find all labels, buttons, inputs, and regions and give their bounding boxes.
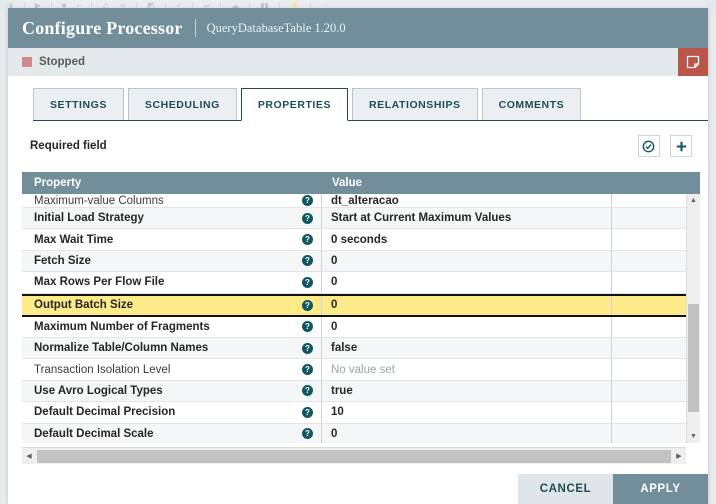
property-name-cell[interactable]: Maximum-value Columns? xyxy=(22,194,322,207)
column-header-property: Property xyxy=(34,177,82,189)
title-divider xyxy=(194,19,196,37)
property-name-cell[interactable]: Maximum Number of Fragments? xyxy=(22,316,322,337)
property-value-cell[interactable]: No value set xyxy=(322,359,612,380)
document-icon xyxy=(686,55,700,69)
help-icon[interactable]: ? xyxy=(302,234,313,246)
property-name: Maximum-value Columns xyxy=(34,194,164,207)
property-name: Fetch Size xyxy=(34,254,91,267)
table-row[interactable]: Use Avro Logical Types? true xyxy=(22,380,700,403)
table-row[interactable]: Fetch Size? 0 xyxy=(22,250,700,273)
tab-relationships[interactable]: RELATIONSHIPS xyxy=(352,88,478,121)
help-icon[interactable]: ? xyxy=(302,321,313,333)
help-icon[interactable]: ? xyxy=(302,428,313,440)
properties-actions xyxy=(631,135,692,157)
property-name-cell[interactable]: Default Decimal Scale? xyxy=(22,423,322,443)
property-value-cell[interactable]: dt_alteracao xyxy=(322,194,612,207)
tab-scheduling[interactable]: SCHEDULING xyxy=(127,88,237,121)
property-name: Max Wait Time xyxy=(34,233,114,246)
property-name-cell[interactable]: Fetch Size? xyxy=(22,250,322,272)
property-name-cell[interactable]: Use Avro Logical Types? xyxy=(22,380,322,402)
status-badge: Stopped xyxy=(39,56,85,68)
scroll-down-arrow-icon[interactable]: ▼ xyxy=(687,430,700,443)
table-row[interactable]: Max Wait Time? 0 seconds xyxy=(22,229,700,251)
page-title: Configure Processor xyxy=(22,17,183,38)
property-value-cell[interactable]: false xyxy=(322,337,612,359)
vertical-scrollbar[interactable]: ▲ ▼ xyxy=(686,194,700,443)
property-name-cell[interactable]: Initial Load Strategy? xyxy=(22,208,322,229)
property-name-cell[interactable]: Output Batch Size? xyxy=(22,295,322,315)
properties-toolbar: Required field xyxy=(30,130,692,162)
table-body[interactable]: Maximum-value Columns? dt_alteracao Initia… xyxy=(22,194,700,443)
property-name: Initial Load Strategy xyxy=(34,212,144,225)
required-field-label: Required field xyxy=(30,140,107,152)
tab-settings[interactable]: SETTINGS xyxy=(33,88,124,121)
table-row[interactable]: Default Decimal Scale? 0 xyxy=(22,423,700,443)
property-value-cell[interactable]: 0 xyxy=(322,272,612,293)
property-value-cell[interactable]: Start at Current Maximum Values xyxy=(322,208,612,229)
column-header-value: Value xyxy=(332,177,363,189)
property-name: Normalize Table/Column Names xyxy=(34,342,209,355)
property-value-cell[interactable]: 0 xyxy=(322,423,612,443)
tab-properties[interactable]: PROPERTIES xyxy=(240,88,349,121)
property-name: Transaction Isolation Level xyxy=(34,363,171,376)
stopped-status-icon xyxy=(22,57,32,67)
apply-button[interactable]: APPLY xyxy=(613,474,708,504)
property-name: Output Batch Size xyxy=(34,299,134,312)
horizontal-scrollbar[interactable]: ◀ ▶ xyxy=(22,447,686,464)
table-row[interactable]: Default Decimal Precision? 10 xyxy=(22,402,700,424)
status-bar: Stopped xyxy=(8,48,708,76)
dialog-header: Configure Processor QueryDatabaseTable 1… xyxy=(8,8,708,48)
property-name-cell[interactable]: Normalize Table/Column Names? xyxy=(22,337,322,359)
table-row[interactable]: Initial Load Strategy? Start at Current M… xyxy=(22,208,700,230)
configure-processor-dialog: Configure Processor QueryDatabaseTable 1… xyxy=(8,8,708,504)
table-row[interactable]: Normalize Table/Column Names? false xyxy=(22,337,700,360)
table-row[interactable]: Maximum-value Columns? dt_alteracao xyxy=(22,194,700,208)
add-property-button[interactable] xyxy=(670,135,692,157)
plus-icon xyxy=(676,141,686,151)
help-icon[interactable]: ? xyxy=(302,385,313,397)
property-value-cell[interactable]: true xyxy=(322,380,612,402)
property-name: Default Decimal Precision xyxy=(34,406,176,419)
property-value-cell[interactable]: 0 xyxy=(322,295,612,315)
help-icon[interactable]: ? xyxy=(302,342,313,354)
help-icon[interactable]: ? xyxy=(302,195,313,206)
verify-properties-button[interactable] xyxy=(637,135,660,157)
table-row[interactable]: Maximum Number of Fragments? 0 xyxy=(22,316,700,338)
help-icon[interactable]: ? xyxy=(302,255,313,267)
property-value-cell[interactable]: 0 xyxy=(322,250,612,272)
scroll-left-arrow-icon[interactable]: ◀ xyxy=(22,448,36,464)
scroll-right-arrow-icon[interactable]: ▶ xyxy=(672,448,686,464)
tab-comments[interactable]: COMMENTS xyxy=(481,88,582,121)
property-name: Default Decimal Scale xyxy=(34,427,154,440)
property-name-cell[interactable]: Transaction Isolation Level? xyxy=(22,359,322,380)
dialog-footer: CANCEL APPLY xyxy=(8,474,708,504)
properties-table: Property Value Maximum-value Columns? dt_… xyxy=(22,172,700,464)
table-header-row: Property Value xyxy=(22,172,700,194)
check-circle-icon xyxy=(642,140,655,152)
property-value-cell[interactable]: 0 seconds xyxy=(322,229,612,250)
help-icon[interactable]: ? xyxy=(302,406,313,418)
property-name: Use Avro Logical Types xyxy=(34,384,163,397)
scroll-up-arrow-icon[interactable]: ▲ xyxy=(687,194,700,207)
horizontal-scrollbar-thumb[interactable] xyxy=(37,449,671,463)
property-name-cell[interactable]: Max Rows Per Flow File? xyxy=(22,272,322,293)
property-name-cell[interactable]: Max Wait Time? xyxy=(22,229,322,250)
help-icon[interactable]: ? xyxy=(302,276,313,288)
table-row[interactable]: Output Batch Size? 0 xyxy=(22,293,700,317)
table-row[interactable]: Max Rows Per Flow File? 0 xyxy=(22,272,700,294)
table-row[interactable]: Transaction Isolation Level? No value set xyxy=(22,359,700,381)
property-name: Maximum Number of Fragments xyxy=(34,320,210,333)
help-icon[interactable]: ? xyxy=(302,299,313,311)
help-icon[interactable]: ? xyxy=(302,212,313,224)
help-icon[interactable]: ? xyxy=(302,364,313,376)
tab-bar: SETTINGS SCHEDULING PROPERTIES RELATIONSHIP… xyxy=(8,88,708,121)
cancel-button[interactable]: CANCEL xyxy=(518,474,613,504)
property-value-cell[interactable]: 0 xyxy=(322,316,612,337)
vertical-scrollbar-thumb[interactable] xyxy=(688,304,699,412)
property-name: Max Rows Per Flow File xyxy=(34,276,165,289)
property-value-cell[interactable]: 10 xyxy=(322,402,612,423)
view-documentation-button[interactable] xyxy=(678,48,708,76)
property-name-cell[interactable]: Default Decimal Precision? xyxy=(22,402,322,423)
processor-type-version: QueryDatabaseTable 1.20.0 xyxy=(206,20,346,35)
